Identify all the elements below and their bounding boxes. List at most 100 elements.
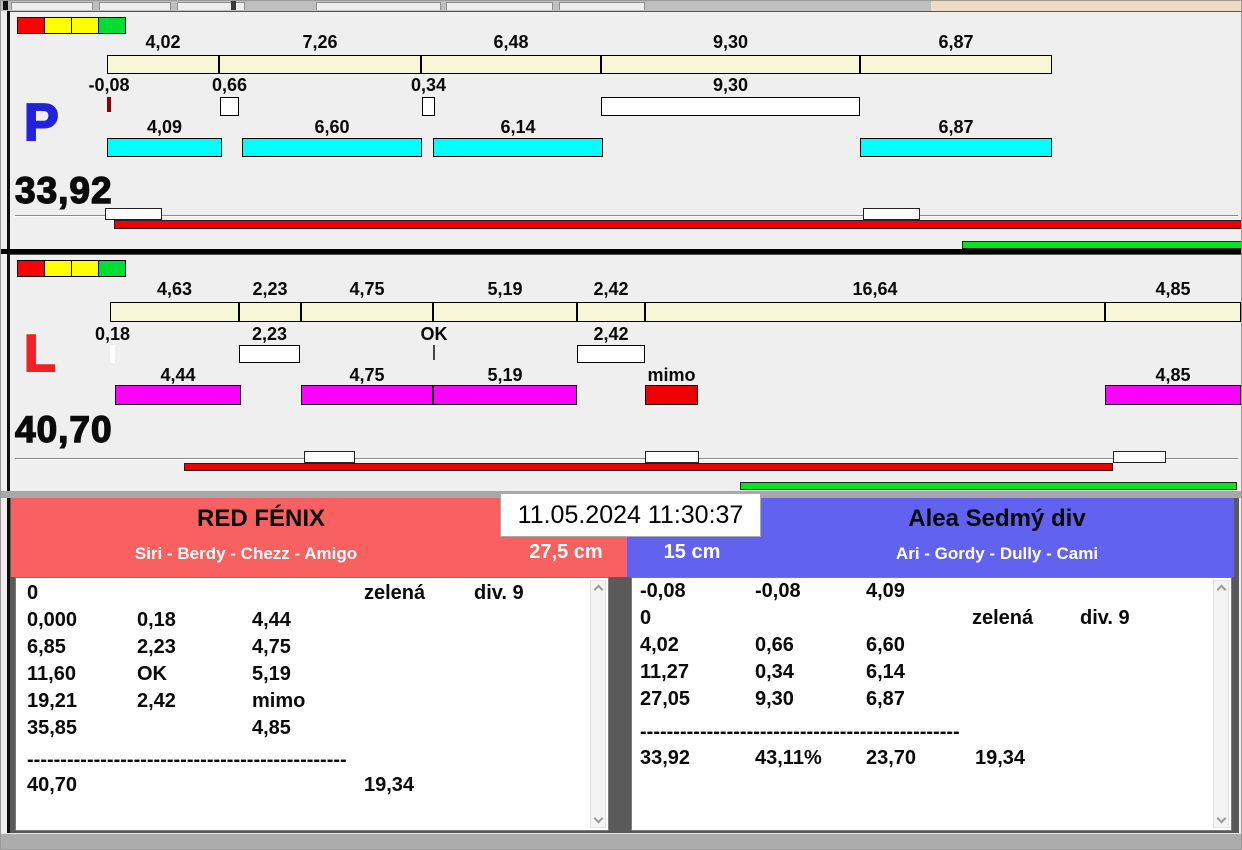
jump-height-left: 27,5 cm (529, 541, 603, 563)
log-row: 27,05 9,30 6,87 (632, 688, 1231, 712)
log-row: 33,92 43,11% 23,70 19,34 (632, 747, 1231, 771)
changeover-box (577, 345, 645, 363)
log-cell: zelená (972, 607, 1034, 629)
dog-time-label: 5,19 (487, 365, 523, 385)
log-cell: 23,70 (866, 747, 917, 769)
changeover-time-label: 2,23 (251, 324, 288, 344)
toolbar-fragment (446, 2, 553, 10)
log-row: 4,02 0,66 6,60 (632, 634, 1231, 658)
scroll-down-arrow-icon[interactable] (593, 813, 604, 824)
dog-time-label: 4,44 (160, 365, 196, 385)
split-segment (601, 55, 860, 74)
log-cell: 9,30 (755, 688, 794, 710)
log-cell: 0 (27, 582, 39, 604)
log-row: ----------------------------------------… (16, 749, 608, 773)
split-segment (577, 302, 645, 322)
log-row: 11,60 OK 5,19 (16, 663, 608, 687)
timeline-red-bar (114, 220, 1241, 229)
changeover-box (239, 345, 300, 363)
lane-visualization-l: 4,63 2,23 4,75 5,19 2,42 16,64 4,85 0,18 2,23 OK 2… (10, 255, 1241, 491)
changeover-time-label: 0,34 (410, 75, 447, 95)
changeover-time-label: 2,42 (593, 324, 629, 344)
team-name-right: Alea Sedmý div (908, 505, 1086, 532)
timeline-track (15, 215, 1238, 217)
dog-time-label: 4,75 (349, 365, 385, 385)
split-segment (301, 302, 433, 322)
log-row: 0 zelená div. 9 (632, 607, 1231, 631)
log-cell: 11,27 (640, 661, 689, 683)
log-cell: 6,60 (866, 634, 905, 656)
log-cell: 33,92 (640, 747, 691, 769)
scrollbar[interactable] (590, 580, 606, 828)
dog-run-bar (860, 138, 1052, 157)
log-row: 0 zelená div. 9 (16, 582, 608, 606)
dog-time-label: 6,14 (500, 117, 536, 137)
changeover-box (433, 345, 435, 360)
scroll-down-arrow-icon[interactable] (1216, 813, 1227, 824)
timeline-red-bar (184, 463, 1113, 471)
log-cell: 4,75 (252, 636, 291, 658)
split-time-label: 7,26 (302, 32, 338, 52)
timeline-marker-box (304, 451, 355, 463)
log-row: 6,85 2,23 4,75 (16, 636, 608, 660)
changeover-time-label: 9,30 (712, 75, 749, 95)
log-cell: 27,05 (640, 688, 691, 710)
window-corner (3, 1, 8, 10)
split-time-label: 4,63 (156, 279, 193, 299)
run-log-right[interactable]: -0,08 -0,08 4,09 0 zelená div. 9 4,02 0,66 6,60 1… (631, 577, 1232, 831)
split-segment (421, 55, 601, 74)
timeline-marker-box (645, 451, 699, 463)
split-time-label: 6,87 (938, 32, 974, 52)
changeover-box (422, 97, 435, 116)
log-cell: 4,85 (252, 717, 291, 739)
top-toolbar-strip (1, 1, 1241, 12)
dog-time-label: mimo (647, 365, 696, 385)
jump-height-right: 15 cm (663, 541, 721, 563)
split-segment (860, 55, 1052, 74)
log-cell: 6,85 (27, 636, 66, 658)
log-cell: 19,34 (975, 747, 1026, 769)
split-segment (107, 55, 219, 74)
app-window: P 33,92 4,02 7,26 6,48 9,30 6,87 -0,08 0,66 0,3… (0, 0, 1242, 850)
log-cell: 6,87 (866, 688, 905, 710)
log-cell: div. 9 (474, 582, 524, 604)
toolbar-tick (231, 1, 236, 10)
scrollbar[interactable] (1213, 580, 1229, 828)
scroll-up-arrow-icon[interactable] (1216, 584, 1227, 595)
split-segment (110, 302, 239, 322)
run-log-left[interactable]: 0 zelená div. 9 0,000 0,18 4,44 6,85 2,23 4,75 11… (15, 577, 609, 831)
changeover-box (110, 345, 115, 363)
toolbar-fragment (99, 2, 171, 10)
split-segment (1105, 302, 1241, 322)
log-cell: 43,11% (755, 747, 822, 769)
dog-run-bar (433, 385, 577, 405)
log-cell: ----------------------------------------… (27, 749, 347, 771)
log-cell: -0,08 (755, 580, 801, 602)
split-time-label: 4,75 (349, 279, 385, 299)
log-cell: 19,21 (27, 690, 78, 712)
changeover-box (107, 97, 111, 112)
dog-run-bar (115, 385, 241, 405)
log-cell: 19,34 (364, 774, 415, 796)
timeline-marker-box (105, 208, 162, 220)
dog-time-label: 6,60 (314, 117, 350, 137)
lane-visualization-p: 4,02 7,26 6,48 9,30 6,87 -0,08 0,66 0,34 9,30 4,0… (10, 12, 1241, 249)
dog-time-label: 4,85 (1155, 365, 1191, 385)
log-cell: div. 9 (1080, 607, 1130, 629)
lane-panel-l: L 40,70 4,63 2,23 4,75 5,19 2,42 16,64 4,85 0,1… (10, 254, 1241, 491)
split-time-label: 6,48 (493, 32, 529, 52)
split-segment (239, 302, 301, 322)
split-time-label: 2,23 (252, 279, 288, 299)
team-dogs-right: Ari - Gordy - Dully - Cami (895, 544, 1099, 563)
split-time-label: 2,42 (593, 279, 629, 299)
timeline-marker-box (863, 208, 920, 220)
scroll-up-arrow-icon[interactable] (593, 584, 604, 595)
split-time-label: 4,85 (1155, 279, 1191, 299)
split-time-label: 9,30 (712, 32, 749, 52)
split-segment (645, 302, 1105, 322)
toolbar-fragment (11, 2, 93, 10)
log-row: 19,21 2,42 mimo (16, 690, 608, 714)
log-cell: 2,42 (137, 690, 176, 712)
toolbar-fragment (559, 2, 645, 10)
dog-run-bar (301, 385, 433, 405)
